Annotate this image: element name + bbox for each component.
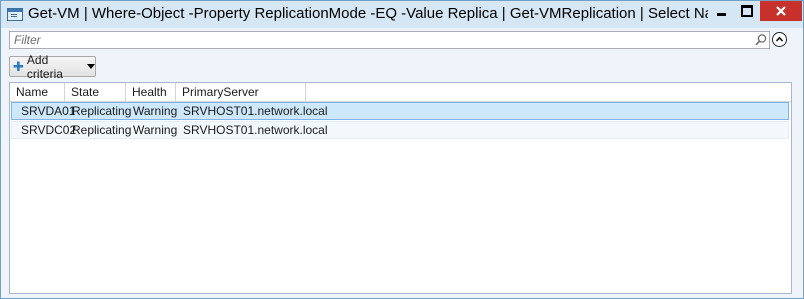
search-icon[interactable] bbox=[754, 33, 768, 47]
minimize-icon bbox=[716, 13, 726, 16]
maximize-button[interactable] bbox=[734, 1, 760, 21]
chevron-up-circle-icon bbox=[775, 36, 784, 42]
title-bar[interactable]: Get-VM | Where-Object -Property Replicat… bbox=[1, 1, 803, 28]
column-header-state[interactable]: State bbox=[65, 83, 126, 101]
cell-health: Warning bbox=[133, 104, 178, 118]
cell-name: SRVDC02 bbox=[21, 123, 77, 137]
plus-icon: ✚ bbox=[13, 58, 24, 74]
powershell-window-icon[interactable] bbox=[7, 8, 23, 21]
close-icon bbox=[776, 6, 786, 16]
cell-state: Replicating bbox=[72, 123, 132, 137]
column-header-health[interactable]: Health bbox=[126, 83, 176, 101]
column-header-name[interactable]: Name bbox=[10, 83, 65, 101]
cell-state: Replicating bbox=[72, 104, 132, 118]
caret-down-icon bbox=[87, 64, 95, 69]
window-title: Get-VM | Where-Object -Property Replicat… bbox=[28, 5, 708, 22]
add-criteria-button[interactable]: ✚ Add criteria bbox=[9, 53, 96, 81]
collapse-filter-button[interactable] bbox=[772, 32, 787, 47]
add-criteria-label: Add criteria bbox=[26, 52, 63, 81]
cell-name: SRVDA01 bbox=[21, 104, 76, 118]
grid-header: Name State Health PrimaryServer bbox=[10, 83, 791, 102]
table-row[interactable]: SRVDA01 Replicating Warning SRVHOST01.ne… bbox=[11, 102, 789, 120]
cell-primaryserver: SRVHOST01.network.local bbox=[183, 104, 328, 118]
filter-input[interactable]: Filter bbox=[9, 31, 770, 49]
cell-primaryserver: SRVHOST01.network.local bbox=[183, 123, 328, 137]
maximize-icon bbox=[741, 5, 753, 17]
filter-placeholder: Filter bbox=[14, 33, 41, 47]
minimize-button[interactable] bbox=[708, 1, 734, 21]
results-grid: Name State Health PrimaryServer SRVDA01 … bbox=[9, 82, 792, 294]
close-button[interactable] bbox=[760, 1, 802, 21]
column-header-primaryserver[interactable]: PrimaryServer bbox=[176, 83, 306, 101]
gridview-window: Get-VM | Where-Object -Property Replicat… bbox=[0, 0, 804, 299]
table-row[interactable]: SRVDC02 Replicating Warning SRVHOST01.ne… bbox=[11, 121, 789, 139]
cell-health: Warning bbox=[133, 123, 178, 137]
